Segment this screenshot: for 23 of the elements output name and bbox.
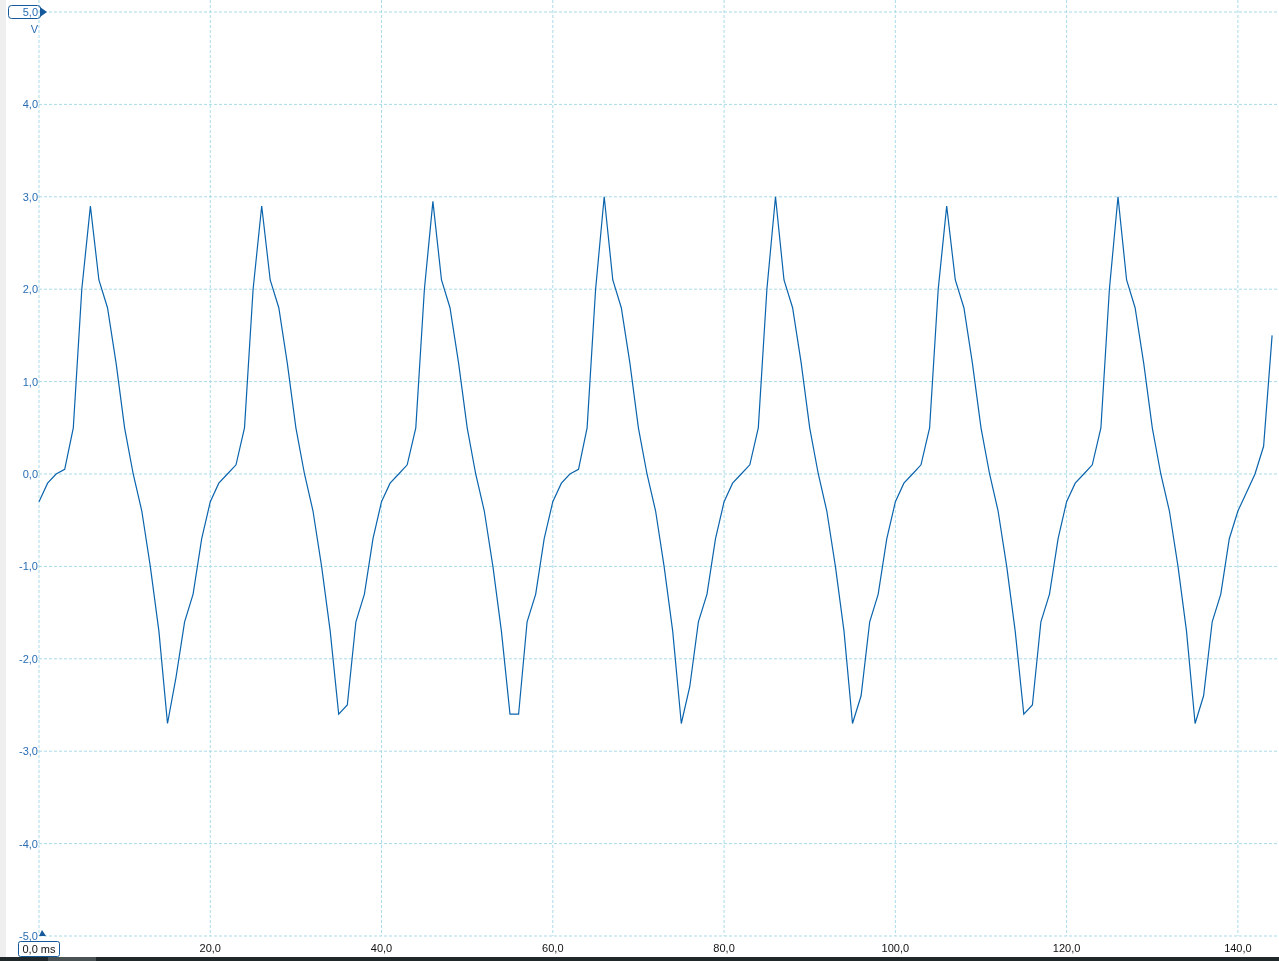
x-tick-label: 80,0	[713, 942, 735, 954]
y-tick-label: -4,0	[19, 837, 38, 850]
scroll-bar[interactable]	[0, 957, 1279, 961]
y-tick-label: -3,0	[19, 745, 38, 758]
x-tick-label: 120,0	[1052, 942, 1081, 954]
y-tick-label: -1,0	[19, 560, 38, 573]
y-tick-label: -5,0	[19, 930, 38, 942]
y-tick-label: 1,0	[22, 375, 38, 388]
trigger-marker-icon[interactable]	[39, 930, 46, 936]
time-badge[interactable]: 0,0 ms	[18, 941, 60, 957]
axis-unit-label: V	[30, 23, 38, 35]
x-tick-label: 60,0	[542, 942, 564, 954]
y-tick-label: 5,0	[22, 6, 38, 18]
x-tick-label: 20,0	[199, 942, 221, 954]
x-tick-label: 0,0 ms	[22, 943, 56, 955]
y-tick-label: 2,0	[22, 283, 38, 296]
x-tick-label: 100,0	[881, 942, 910, 954]
y-tick-label: 0,0	[22, 468, 38, 480]
y-tick-label: 3,0	[22, 190, 38, 203]
x-tick-label: 140,0	[1224, 942, 1252, 954]
y-tick-label: -2,0	[19, 652, 38, 665]
x-tick-label: 40,0	[370, 942, 393, 954]
y-tick-label: 4,0	[22, 98, 38, 111]
